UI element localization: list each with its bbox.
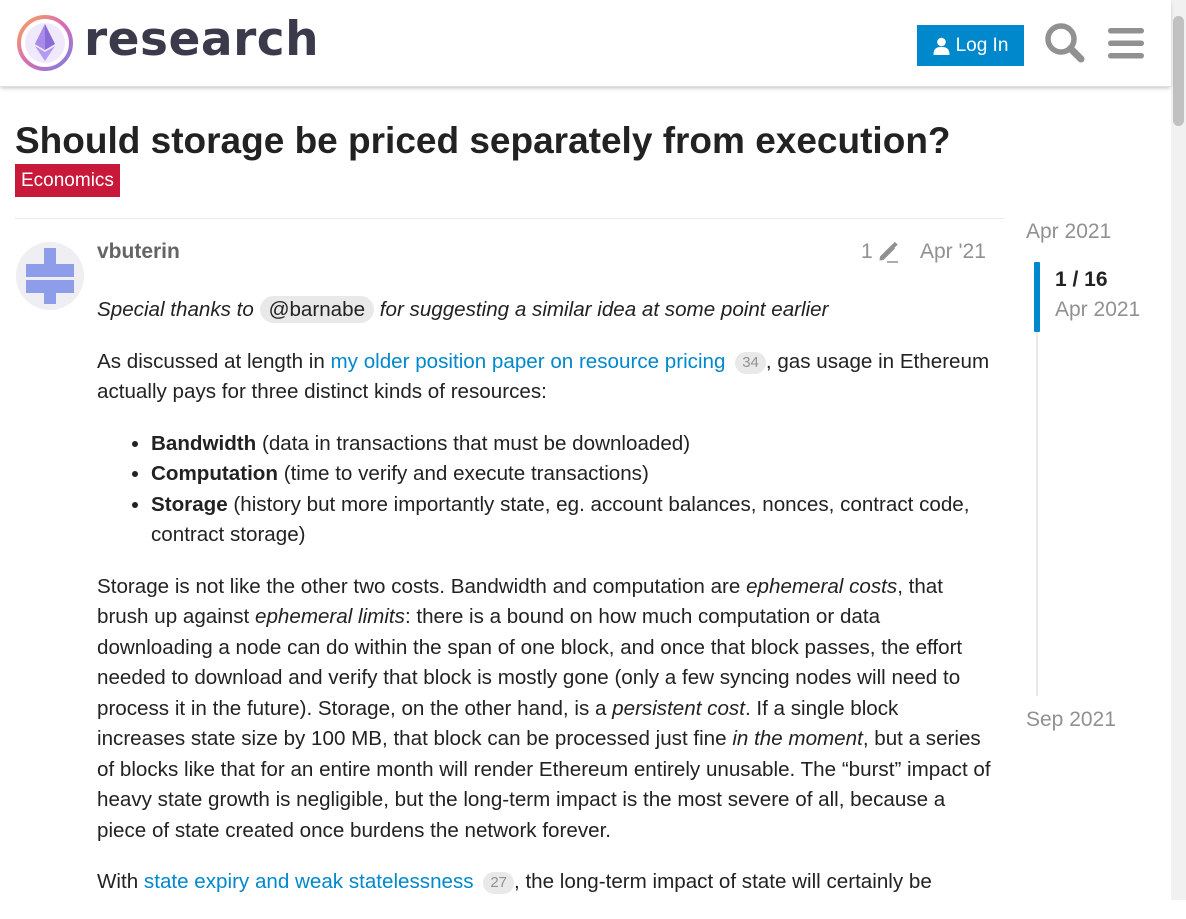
post-paragraph: With state expiry and weak statelessness…: [97, 867, 992, 898]
list-desc: (history but more importantly state, eg.…: [151, 492, 970, 547]
text: for suggesting a similar idea at some po…: [374, 298, 829, 321]
resource-pricing-link[interactable]: my older position paper on resource pric…: [331, 350, 726, 373]
list-term: Computation: [151, 462, 278, 485]
search-icon[interactable]: [1043, 21, 1087, 65]
link-click-count: 34: [735, 351, 766, 374]
list-desc: (data in transactions that must be downl…: [256, 431, 691, 455]
edit-count: 1: [861, 240, 873, 263]
emphasis: persistent cost: [612, 696, 745, 720]
category-badge[interactable]: Economics: [15, 164, 120, 197]
list-desc: (time to verify and execute transactions…: [277, 462, 649, 485]
post-body: Special thanks to @barnabe for suggestin…: [97, 295, 992, 919]
timeline-handle[interactable]: [1034, 262, 1040, 332]
list-term: Bandwidth: [151, 431, 257, 455]
avatar[interactable]: [16, 242, 84, 310]
timeline-start-date[interactable]: Apr 2021: [1026, 220, 1111, 244]
text: Special thanks to: [97, 298, 260, 321]
list-item: Storage (history but more importantly st…: [151, 490, 992, 551]
text: , the long-term impact of state will cer…: [514, 870, 932, 893]
post-date[interactable]: Apr '21: [920, 240, 986, 264]
emphasis: in the moment: [732, 727, 863, 750]
state-expiry-link[interactable]: state expiry and weak statelessness: [144, 870, 474, 893]
post-paragraph: As discussed at length in my older posit…: [97, 347, 992, 408]
user-icon: [933, 37, 950, 55]
logo-icon[interactable]: [16, 14, 74, 72]
list-term: Storage: [151, 492, 228, 516]
site-header: research Log In: [0, 0, 1171, 87]
site-name[interactable]: research: [84, 12, 319, 67]
resource-list: Bandwidth (data in transactions that mus…: [97, 429, 992, 551]
timeline-current-date: Apr 2021: [1055, 298, 1141, 321]
text: With: [97, 870, 144, 893]
divider: [15, 218, 1004, 219]
post-paragraph: Storage is not like the other two costs.…: [97, 572, 992, 847]
timeline-position: 1 / 16: [1055, 268, 1108, 291]
list-item: Bandwidth (data in transactions that mus…: [151, 429, 992, 460]
list-item: Computation (time to verify and execute …: [151, 459, 992, 490]
emphasis: ephemeral costs: [746, 574, 898, 598]
pencil-icon: [879, 241, 898, 263]
scrollbar-thumb[interactable]: [1173, 16, 1184, 126]
hamburger-menu-icon[interactable]: [1104, 21, 1148, 65]
user-mention[interactable]: @barnabe: [259, 296, 375, 323]
post-author[interactable]: vbuterin: [97, 240, 180, 264]
timeline-end-date[interactable]: Sep 2021: [1026, 708, 1116, 732]
login-label: Log In: [955, 34, 1009, 56]
text: Storage is not like the other two costs.…: [97, 574, 747, 598]
link-click-count: 27: [483, 872, 515, 894]
page-scrollbar[interactable]: [1171, 0, 1186, 900]
text: As discussed at length in: [97, 349, 331, 373]
post-paragraph: Special thanks to @barnabe for suggestin…: [97, 295, 992, 326]
topic-title[interactable]: Should storage be priced separately from…: [15, 120, 951, 162]
edit-history[interactable]: 1: [861, 240, 899, 264]
login-button[interactable]: Log In: [917, 25, 1024, 66]
emphasis: ephemeral limits: [255, 605, 405, 628]
